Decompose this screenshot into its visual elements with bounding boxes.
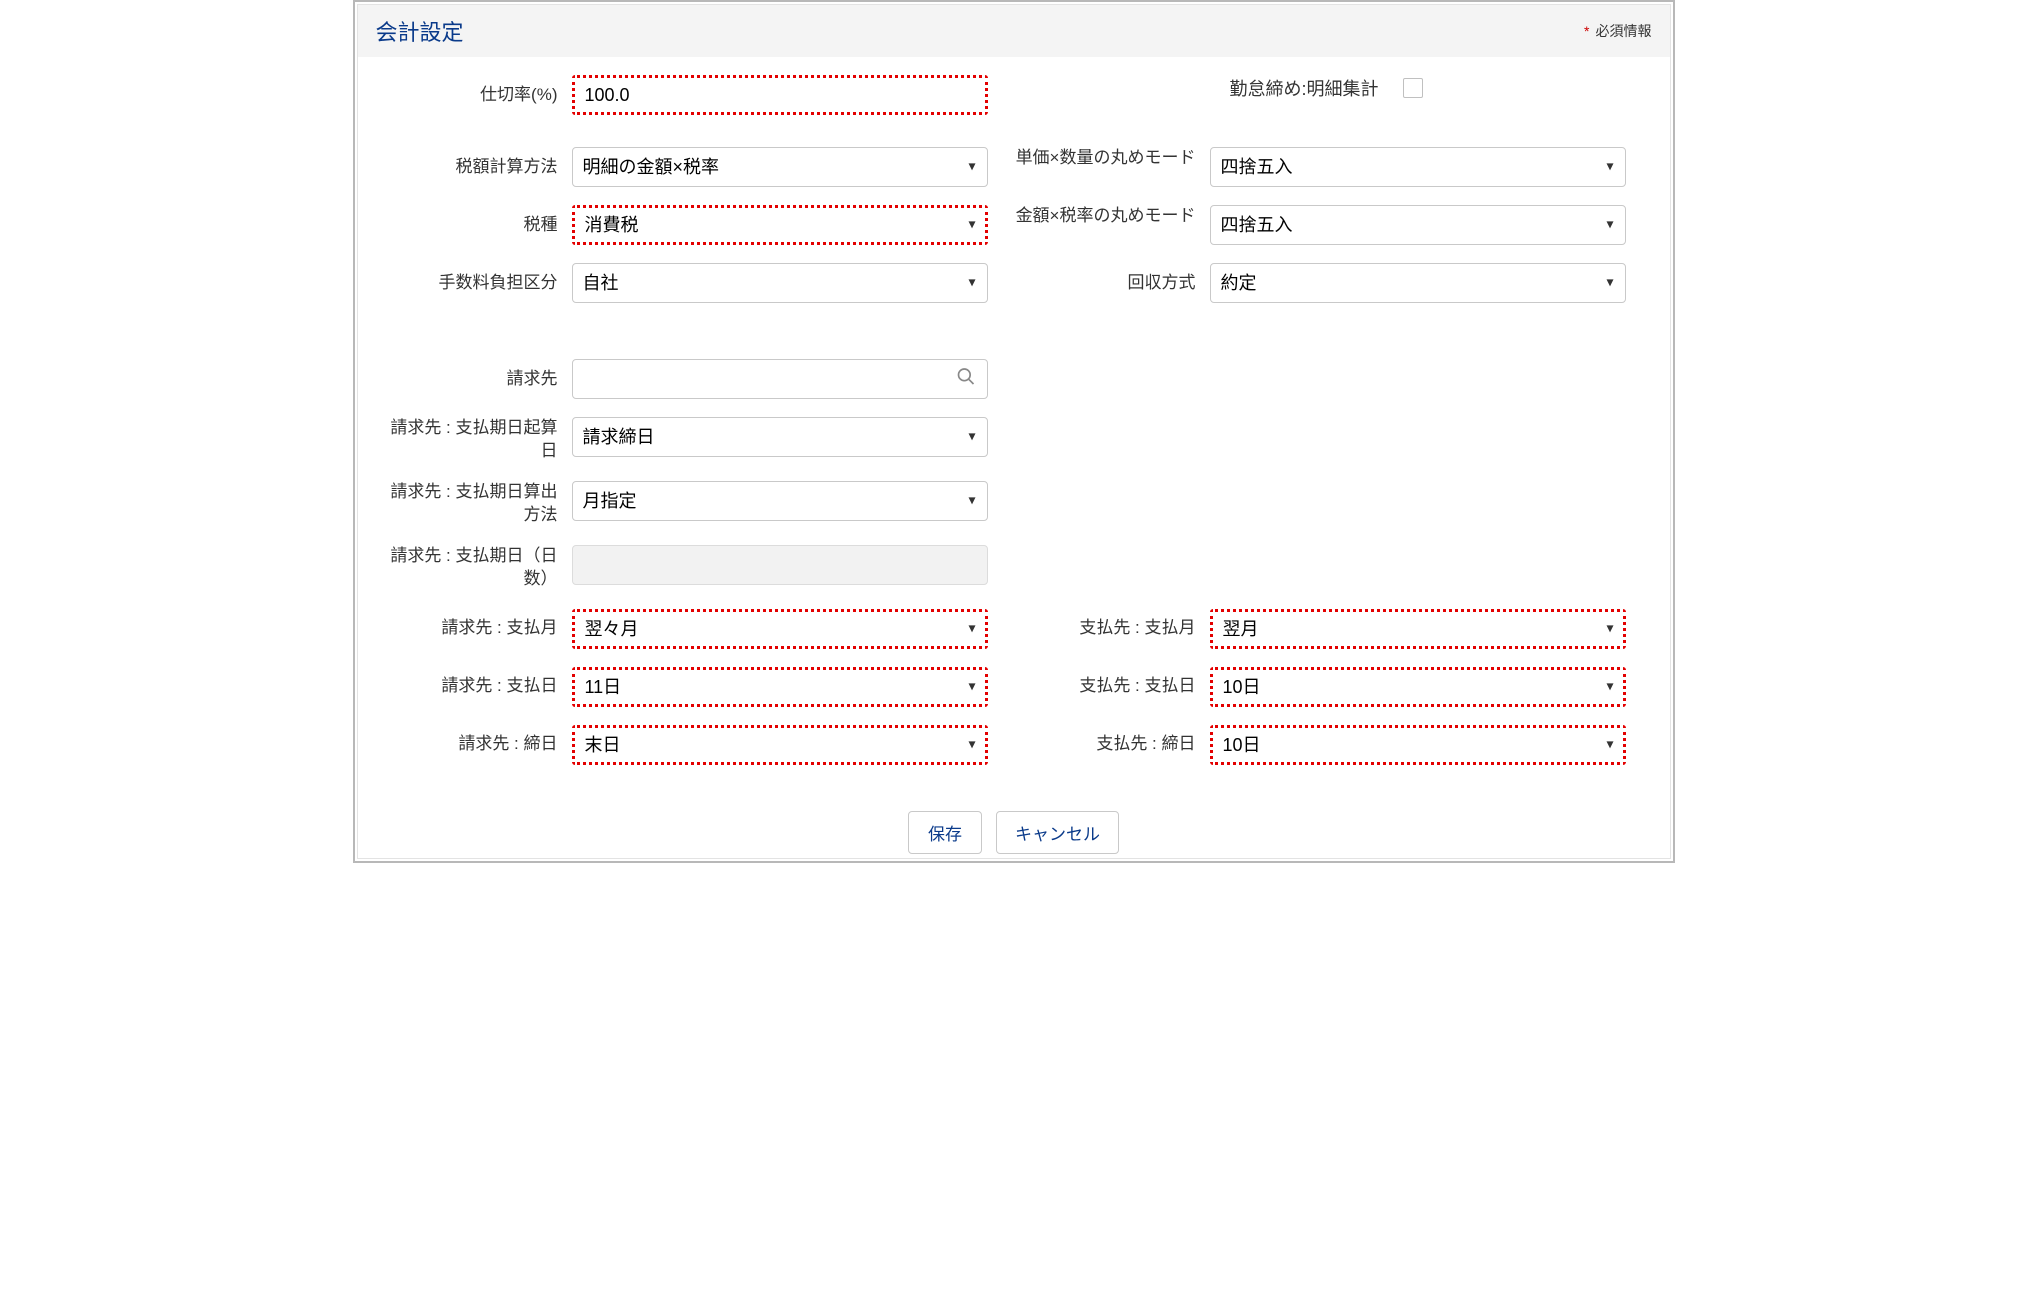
partition-rate-label: 仕切率(%)	[376, 84, 572, 107]
fee-burden-label: 手数料負担区分	[376, 272, 572, 295]
tax-calc-method-label: 税額計算方法	[376, 156, 572, 179]
panel-header: 会計設定 * 必須情報	[358, 5, 1670, 57]
pay-to-pay-month-select[interactable]: 翌月	[1210, 609, 1626, 649]
cancel-button[interactable]: キャンセル	[996, 811, 1119, 854]
price-qty-round-mode-label: 単価×数量の丸めモード	[1014, 147, 1210, 170]
accounting-settings-panel: 会計設定 * 必須情報 仕切率(%)	[357, 4, 1671, 859]
bill-due-days-input	[572, 545, 988, 585]
attendance-detail-agg-field: 勤怠締め:明細集計	[1230, 75, 1423, 101]
tax-type-label: 税種	[376, 214, 572, 237]
panel-title: 会計設定	[376, 15, 464, 47]
bill-closing-day-select[interactable]: 末日	[572, 725, 988, 765]
bill-pay-day-select[interactable]: 11日	[572, 667, 988, 707]
tax-calc-method-select[interactable]: 明細の金額×税率	[572, 147, 988, 187]
fee-burden-select[interactable]: 自社	[572, 263, 988, 303]
bill-pay-day-label: 請求先 : 支払日	[376, 675, 572, 698]
attendance-detail-agg-checkbox[interactable]	[1403, 78, 1423, 98]
bill-closing-day-label: 請求先 : 締日	[376, 733, 572, 756]
bill-to-search-input[interactable]	[572, 359, 988, 399]
save-button[interactable]: 保存	[908, 811, 982, 854]
bill-due-base-select[interactable]: 請求締日	[572, 417, 988, 457]
partition-rate-input[interactable]	[572, 75, 988, 115]
pay-to-pay-month-label: 支払先 : 支払月	[1014, 617, 1210, 640]
pay-to-closing-day-label: 支払先 : 締日	[1014, 733, 1210, 756]
required-star-icon: *	[1584, 23, 1589, 39]
bill-due-days-label: 請求先 : 支払期日（日数）	[376, 545, 572, 591]
bill-to-label: 請求先	[376, 368, 572, 391]
collection-method-label: 回収方式	[1014, 272, 1210, 295]
collection-method-select[interactable]: 約定	[1210, 263, 1626, 303]
attendance-detail-agg-label: 勤怠締め:明細集計	[1230, 75, 1379, 101]
tax-type-select[interactable]: 消費税	[572, 205, 988, 245]
bill-due-method-label: 請求先 : 支払期日算出方法	[376, 481, 572, 527]
amount-rate-round-mode-select[interactable]: 四捨五入	[1210, 205, 1626, 245]
required-legend-text: 必須情報	[1596, 23, 1652, 39]
pay-to-pay-day-select[interactable]: 10日	[1210, 667, 1626, 707]
form-buttons: 保存 キャンセル	[376, 801, 1652, 858]
bill-due-method-select[interactable]: 月指定	[572, 481, 988, 521]
amount-rate-round-mode-label: 金額×税率の丸めモード	[1014, 205, 1210, 228]
pay-to-closing-day-select[interactable]: 10日	[1210, 725, 1626, 765]
required-legend: * 必須情報	[1584, 21, 1651, 41]
bill-pay-month-label: 請求先 : 支払月	[376, 617, 572, 640]
bill-due-base-label: 請求先 : 支払期日起算日	[376, 417, 572, 463]
pay-to-pay-day-label: 支払先 : 支払日	[1014, 675, 1210, 698]
bill-pay-month-select[interactable]: 翌々月	[572, 609, 988, 649]
price-qty-round-mode-select[interactable]: 四捨五入	[1210, 147, 1626, 187]
